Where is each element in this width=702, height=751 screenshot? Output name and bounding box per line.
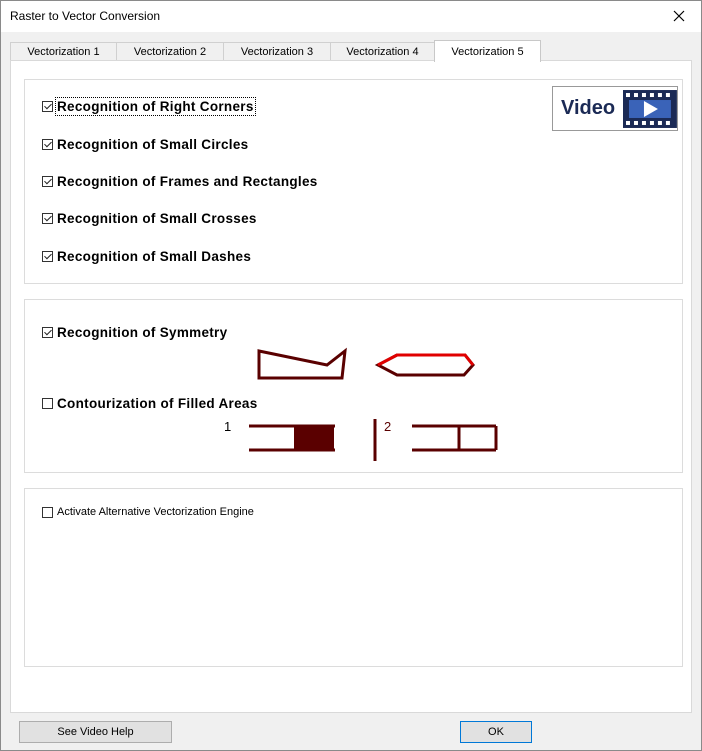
close-button[interactable] bbox=[657, 1, 701, 31]
tab-panel: Recognition of Right Corners Recognition… bbox=[10, 60, 692, 713]
contourization-checkbox[interactable] bbox=[42, 398, 53, 409]
video-button[interactable]: Video bbox=[552, 86, 678, 131]
symmetry-shape-dark bbox=[257, 347, 347, 380]
close-icon bbox=[673, 10, 685, 22]
corner-recognition-group: Recognition of Right Corners Recognition… bbox=[24, 79, 683, 284]
symmetry-label: Recognition of Symmetry bbox=[57, 325, 228, 340]
filled-area-marker-1: 1 bbox=[224, 419, 232, 434]
small-dashes-label: Recognition of Small Dashes bbox=[57, 249, 252, 264]
small-crosses-label: Recognition of Small Crosses bbox=[57, 211, 257, 226]
window-title: Raster to Vector Conversion bbox=[10, 9, 161, 23]
option-small-circles[interactable]: Recognition of Small Circles bbox=[42, 137, 248, 152]
tab-vectorization-3[interactable]: Vectorization 3 bbox=[223, 42, 331, 60]
right-corners-label: Recognition of Right Corners bbox=[55, 97, 256, 116]
see-video-help-button[interactable]: See Video Help bbox=[19, 721, 172, 743]
small-circles-checkbox[interactable] bbox=[42, 139, 53, 150]
film-play-icon bbox=[623, 89, 677, 128]
contourization-label: Contourization of Filled Areas bbox=[57, 396, 258, 411]
contour-illustration bbox=[249, 419, 498, 461]
option-contourization[interactable]: Contourization of Filled Areas bbox=[42, 396, 258, 411]
option-frames-rectangles[interactable]: Recognition of Frames and Rectangles bbox=[42, 174, 318, 189]
frames-rectangles-checkbox[interactable] bbox=[42, 176, 53, 187]
small-circles-label: Recognition of Small Circles bbox=[57, 137, 249, 152]
engine-group: Activate Alternative Vectorization Engin… bbox=[24, 488, 683, 538]
option-small-crosses[interactable]: Recognition of Small Crosses bbox=[42, 211, 257, 226]
right-corners-checkbox[interactable] bbox=[42, 101, 53, 112]
empty-region bbox=[24, 537, 683, 667]
ok-button[interactable]: OK bbox=[460, 721, 532, 743]
alternative-engine-label: Activate Alternative Vectorization Engin… bbox=[57, 506, 254, 518]
title-bar: Raster to Vector Conversion bbox=[1, 1, 701, 32]
filled-area-before bbox=[249, 424, 335, 452]
option-alternative-engine[interactable]: Activate Alternative Vectorization Engin… bbox=[42, 506, 254, 518]
alternative-engine-checkbox[interactable] bbox=[42, 506, 53, 518]
tab-vectorization-1[interactable]: Vectorization 1 bbox=[10, 42, 117, 60]
option-right-corners[interactable]: Recognition of Right Corners bbox=[42, 97, 256, 116]
filled-area-after bbox=[412, 424, 498, 452]
tab-strip: Vectorization 1 Vectorization 2 Vectoriz… bbox=[10, 40, 700, 62]
option-symmetry[interactable]: Recognition of Symmetry bbox=[42, 325, 227, 340]
dialog-window: Raster to Vector Conversion Vectorizatio… bbox=[0, 0, 702, 751]
small-crosses-checkbox[interactable] bbox=[42, 213, 53, 224]
tab-vectorization-4[interactable]: Vectorization 4 bbox=[330, 42, 435, 60]
tab-vectorization-5[interactable]: Vectorization 5 bbox=[434, 40, 541, 62]
frames-rectangles-label: Recognition of Frames and Rectangles bbox=[57, 174, 318, 189]
small-dashes-checkbox[interactable] bbox=[42, 251, 53, 262]
option-small-dashes[interactable]: Recognition of Small Dashes bbox=[42, 249, 251, 264]
symmetry-checkbox[interactable] bbox=[42, 327, 53, 338]
tab-vectorization-2[interactable]: Vectorization 2 bbox=[116, 42, 224, 60]
symmetry-contour-group: Recognition of Symmetry Contourization o… bbox=[24, 299, 683, 473]
symmetry-illustration bbox=[257, 347, 475, 380]
video-label: Video bbox=[561, 97, 616, 119]
